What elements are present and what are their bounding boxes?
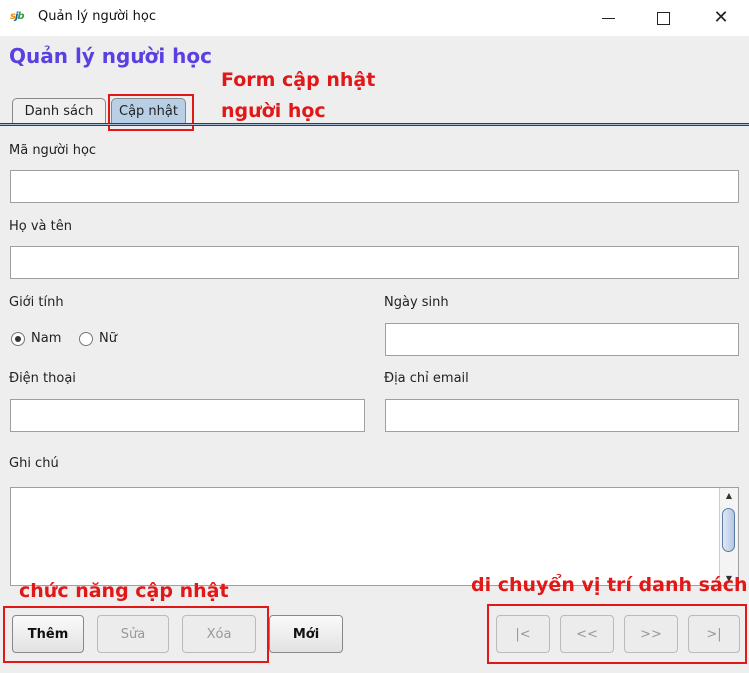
notes-textarea[interactable]: ▲ ▼ bbox=[10, 487, 739, 586]
tab-separator bbox=[0, 123, 749, 126]
annotation-form: Form cập nhật người học bbox=[221, 65, 375, 127]
edit-button[interactable]: Sửa bbox=[97, 615, 169, 653]
tab-danh-sach[interactable]: Danh sách bbox=[12, 98, 106, 124]
prev-record-button[interactable]: << bbox=[560, 615, 614, 653]
gender-option-label: Nam bbox=[31, 331, 62, 346]
student-id-label: Mã người học bbox=[9, 143, 97, 158]
window-titlebar: sjb Quản lý người học ✕ bbox=[0, 0, 749, 36]
full-name-input[interactable] bbox=[10, 246, 739, 279]
full-name-label: Họ và tên bbox=[9, 219, 72, 234]
minimize-icon bbox=[601, 17, 615, 19]
maximize-icon bbox=[656, 11, 670, 25]
minimize-button[interactable] bbox=[585, 0, 631, 36]
phone-label: Điện thoại bbox=[9, 371, 76, 386]
email-input[interactable] bbox=[385, 399, 739, 432]
radio-checked-icon[interactable] bbox=[11, 331, 25, 346]
close-icon: ✕ bbox=[713, 7, 729, 28]
birth-date-input[interactable] bbox=[385, 323, 739, 356]
app-logo-icon: sjb bbox=[10, 11, 25, 22]
annotation-functions: chức năng cập nhật bbox=[19, 580, 229, 602]
scroll-thumb[interactable] bbox=[722, 508, 735, 552]
notes-scrollbar[interactable]: ▲ ▼ bbox=[719, 488, 738, 585]
radio-unchecked-icon[interactable] bbox=[79, 331, 93, 346]
first-record-button[interactable]: |< bbox=[496, 615, 550, 653]
new-button[interactable]: Mới bbox=[269, 615, 343, 653]
add-button[interactable]: Thêm bbox=[12, 615, 84, 653]
close-button[interactable]: ✕ bbox=[698, 0, 744, 36]
gender-option-nu[interactable]: Nữ bbox=[79, 331, 117, 346]
last-record-button[interactable]: >| bbox=[688, 615, 740, 653]
gender-option-label: Nữ bbox=[99, 331, 117, 346]
notes-label: Ghi chú bbox=[9, 456, 59, 471]
phone-input[interactable] bbox=[10, 399, 365, 432]
gender-option-nam[interactable]: Nam bbox=[11, 331, 61, 346]
email-label: Địa chỉ email bbox=[384, 371, 469, 386]
page-title: Quản lý người học bbox=[9, 44, 212, 68]
scroll-up-icon[interactable]: ▲ bbox=[720, 488, 738, 502]
maximize-button[interactable] bbox=[640, 0, 686, 36]
gender-label: Giới tính bbox=[9, 295, 64, 310]
next-record-button[interactable]: >> bbox=[624, 615, 678, 653]
delete-button[interactable]: Xóa bbox=[182, 615, 256, 653]
annotation-navigation: di chuyển vị trí danh sách bbox=[471, 574, 748, 596]
student-id-input[interactable] bbox=[10, 170, 739, 203]
window-title: Quản lý người học bbox=[38, 9, 157, 24]
birth-date-label: Ngày sinh bbox=[384, 295, 449, 310]
annotation-form-line1: Form cập nhật bbox=[221, 69, 376, 91]
